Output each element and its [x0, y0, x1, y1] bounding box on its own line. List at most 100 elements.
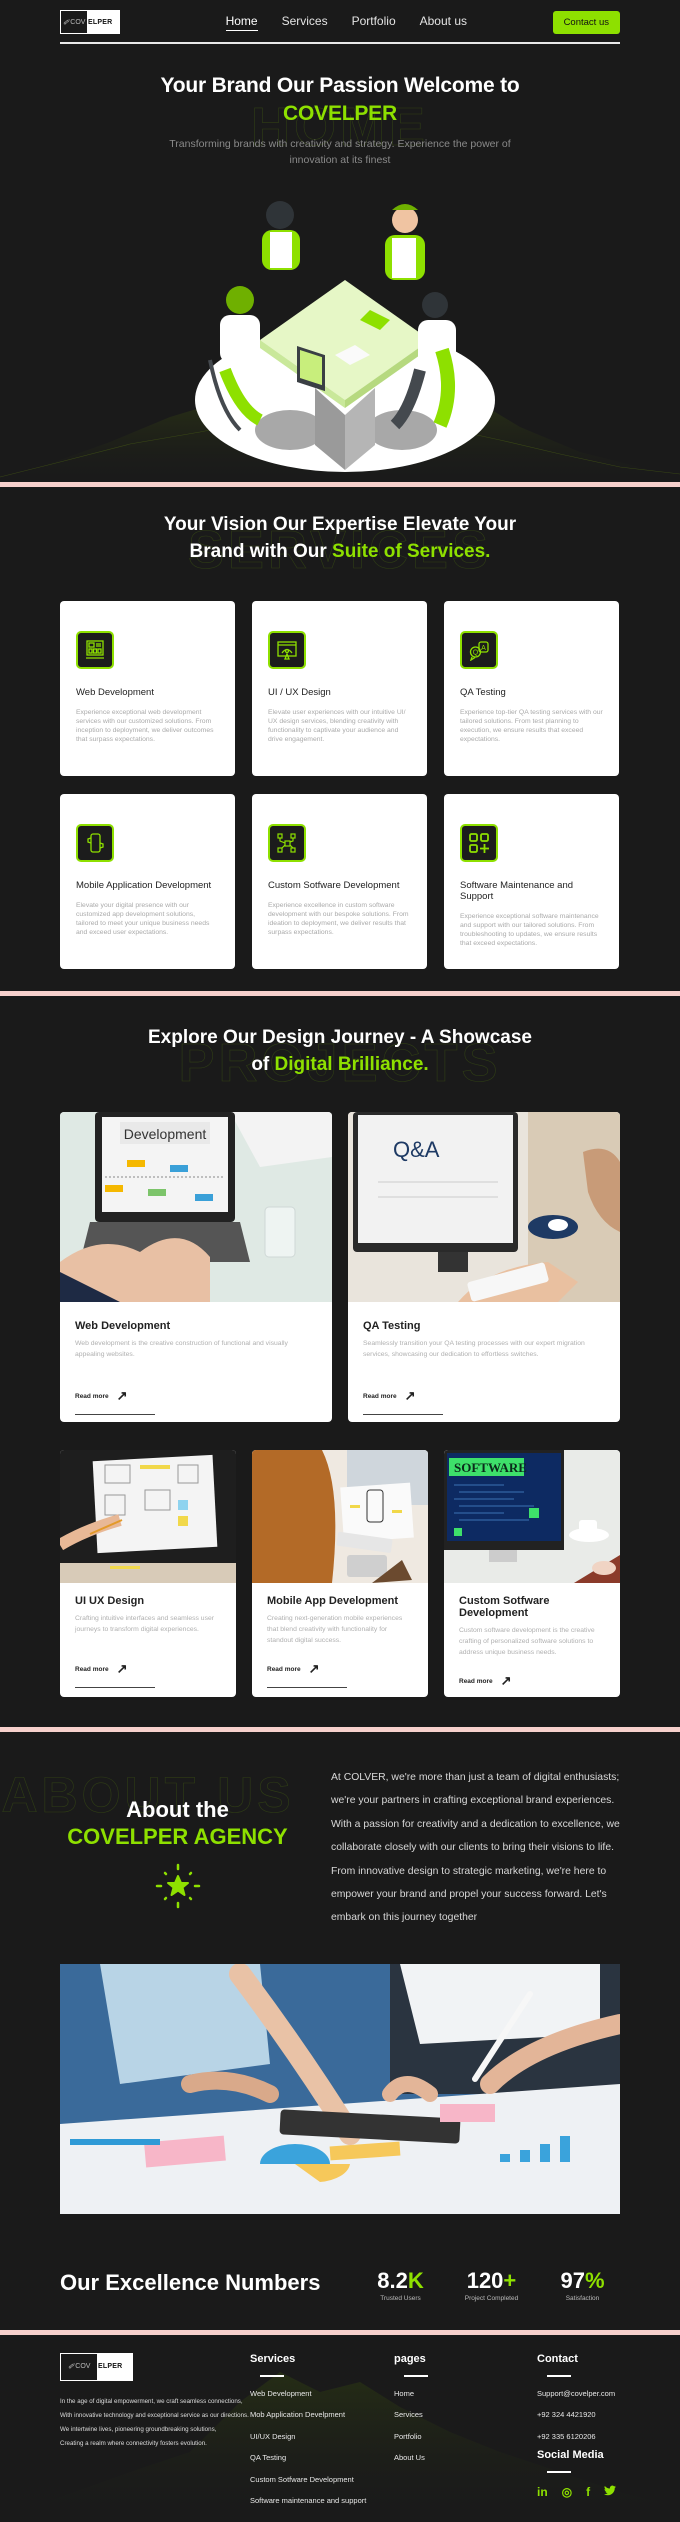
stat-number: 8.2 — [377, 2267, 408, 2293]
arrow-up-right-icon: ↗ — [404, 1388, 416, 1403]
stat-satisfaction: 97% Satisfaction — [545, 2268, 620, 2302]
footer-pages-column: pages Home Services Portfolio About Us — [394, 2353, 537, 2518]
nav-services[interactable]: Services — [282, 14, 328, 31]
hero-section: ✐ COV ELPER Home Services Portfolio Abou… — [0, 0, 680, 482]
service-description: Experience exceptional web development s… — [76, 709, 214, 743]
service-card-mobile-application-development[interactable]: Mobile Application Development Elevate y… — [60, 794, 235, 969]
project-card-qa-testing[interactable]: Q&A QA Testing Seamlessly transition you… — [348, 1112, 620, 1422]
read-more-label: Read more — [267, 1665, 301, 1673]
service-card-qa-testing[interactable]: AQ QA Testing Experience top-tier QA tes… — [444, 601, 619, 776]
footer-link-home[interactable]: Home — [394, 2389, 537, 2398]
instagram-icon[interactable]: ◎ — [562, 2485, 572, 2499]
contact-email[interactable]: Support@covelper.com — [537, 2389, 620, 2398]
footer-contact-column: Contact Support@covelper.com +92 324 442… — [537, 2353, 620, 2518]
stat-label: Satisfaction — [565, 2294, 600, 2302]
monitor-screen-text: Q&A — [393, 1137, 440, 1162]
footer-link-services[interactable]: Services — [394, 2410, 537, 2419]
project-image-qa-testing: Q&A — [348, 1112, 620, 1302]
footer-content: ✐ COV ELPER In the age of digital empowe… — [60, 2335, 620, 2518]
qa-chat-icon: AQ — [460, 631, 498, 669]
nav-portfolio[interactable]: Portfolio — [352, 14, 396, 31]
heading-underline — [260, 2374, 284, 2377]
footer-contact-title: Contact — [537, 2352, 578, 2365]
svg-text:A: A — [481, 645, 486, 652]
project-body: Mobile App Development Creating next-gen… — [252, 1583, 428, 1697]
projects-row-2: UI UX Design Crafting intuitive interfac… — [60, 1450, 620, 1697]
read-more-link[interactable]: Read more ↗ — [267, 1661, 347, 1688]
project-body: Custom Sotfware Development Custom softw… — [444, 1583, 620, 1697]
about-heading-block: About the COVELPER AGENCY — [60, 1766, 295, 1930]
excellence-numbers-section: Our Excellence Numbers 8.2K Trusted User… — [60, 2244, 620, 2330]
project-description: Crafting intuitive interfaces and seamle… — [75, 1615, 215, 1633]
project-title: Custom Sotfware Development — [459, 1595, 550, 1619]
projects-title-line2: of — [251, 1054, 275, 1075]
service-title: Software Maintenance and Support — [460, 880, 574, 902]
footer-link-mobile-app[interactable]: Mob Application Develpment — [250, 2410, 394, 2419]
service-title: Web Development — [76, 687, 154, 698]
nav-home[interactable]: Home — [225, 14, 258, 31]
contact-us-button[interactable]: Contact us — [552, 10, 620, 34]
logo-mark: ✐ COV — [61, 2353, 97, 2380]
brand-logo[interactable]: ✐ COV ELPER — [60, 10, 120, 34]
footer-link-ui-ux[interactable]: UI/UX Design — [250, 2432, 394, 2441]
footer-pages-list: Home Services Portfolio About Us — [394, 2389, 537, 2463]
project-card-mobile-app-development[interactable]: Mobile App Development Creating next-gen… — [252, 1450, 428, 1697]
mobile-sketch-photo — [252, 1450, 428, 1583]
twitter-icon[interactable] — [604, 2485, 617, 2499]
nav-about-us[interactable]: About us — [420, 14, 467, 31]
web-layout-icon — [76, 631, 114, 669]
stat-trusted-users: 8.2K Trusted Users — [363, 2268, 438, 2302]
service-card-custom-software-development[interactable]: Custom Sotfware Development Experience e… — [252, 794, 427, 969]
facebook-icon[interactable]: f — [586, 2485, 590, 2499]
stat-number: 120 — [466, 2267, 504, 2293]
project-title: Mobile App Development — [267, 1595, 398, 1607]
stat-suffix: K — [407, 2267, 424, 2293]
project-card-ui-ux-design[interactable]: UI UX Design Crafting intuitive interfac… — [60, 1450, 236, 1697]
read-more-link[interactable]: Read more ↗ — [75, 1388, 155, 1415]
services-section: SERVICES Your Vision Our Expertise Eleva… — [0, 487, 680, 991]
projects-title-accent: Digital Brilliance. — [274, 1054, 429, 1075]
project-body: QA Testing Seamlessly transition your QA… — [348, 1302, 620, 1422]
footer-link-custom-software[interactable]: Custom Sotfware Development — [250, 2475, 394, 2484]
project-image-web-development: Development — [60, 1112, 332, 1302]
project-card-custom-software[interactable]: SOFTWARE Custom Sotfware Development Cus… — [444, 1450, 620, 1697]
stat-label: Trusted Users — [380, 2294, 421, 2302]
contact-phone-2[interactable]: +92 335 6120206 — [537, 2432, 620, 2441]
footer-link-about-us[interactable]: About Us — [394, 2453, 537, 2462]
service-card-software-maintenance[interactable]: Software Maintenance and Support Experie… — [444, 794, 619, 969]
project-body: UI UX Design Crafting intuitive interfac… — [60, 1583, 236, 1697]
services-grid: Web Development Experience exceptional w… — [60, 601, 620, 969]
top-nav: ✐ COV ELPER Home Services Portfolio Abou… — [60, 0, 620, 44]
read-more-link[interactable]: Read more ↗ — [459, 1673, 539, 1697]
hero-title-accent: COVELPER — [283, 102, 397, 125]
footer-about-text: In the age of digital empowerment, we cr… — [60, 2395, 250, 2451]
stat-suffix: + — [503, 2267, 517, 2293]
team-meeting-illustration — [195, 201, 495, 472]
service-card-ui-ux-design[interactable]: UI / UX Design Elevate user experiences … — [252, 601, 427, 776]
software-monitor-photo: SOFTWARE — [444, 1450, 620, 1583]
footer-link-software-maintenance[interactable]: Software maintenance and support — [250, 2496, 394, 2505]
service-card-web-development[interactable]: Web Development Experience exceptional w… — [60, 601, 235, 776]
service-title: Custom Sotfware Development — [268, 880, 400, 891]
about-title-line1: About the — [126, 1797, 229, 1822]
footer-pages-title: pages — [394, 2352, 426, 2365]
footer-link-qa-testing[interactable]: QA Testing — [250, 2453, 394, 2462]
logo-mark: ✐ COV — [61, 11, 87, 33]
read-more-link[interactable]: Read more ↗ — [363, 1388, 443, 1415]
qa-monitor-photo: Q&A — [348, 1112, 620, 1302]
svg-text:Q: Q — [473, 650, 479, 657]
linkedin-icon[interactable]: in — [537, 2485, 548, 2499]
monitor-screen-text: SOFTWARE — [454, 1460, 527, 1475]
project-card-web-development[interactable]: Development Web Development Web developm… — [60, 1112, 332, 1422]
contact-phone-1[interactable]: +92 324 4421920 — [537, 2410, 620, 2419]
read-more-link[interactable]: Read more ↗ — [75, 1661, 155, 1688]
project-description: Custom software development is the creat… — [459, 1627, 595, 1656]
footer-link-web-development[interactable]: Web Development — [250, 2389, 394, 2398]
apps-plus-icon — [460, 824, 498, 862]
logo-feather-icon: ✐ — [67, 2362, 75, 2372]
about-title: About the COVELPER AGENCY — [60, 1796, 295, 1850]
footer-link-portfolio[interactable]: Portfolio — [394, 2432, 537, 2441]
footer-logo[interactable]: ✐ COV ELPER — [60, 2352, 133, 2381]
project-image-custom-software: SOFTWARE — [444, 1450, 620, 1583]
project-body: Web Development Web development is the c… — [60, 1302, 332, 1422]
